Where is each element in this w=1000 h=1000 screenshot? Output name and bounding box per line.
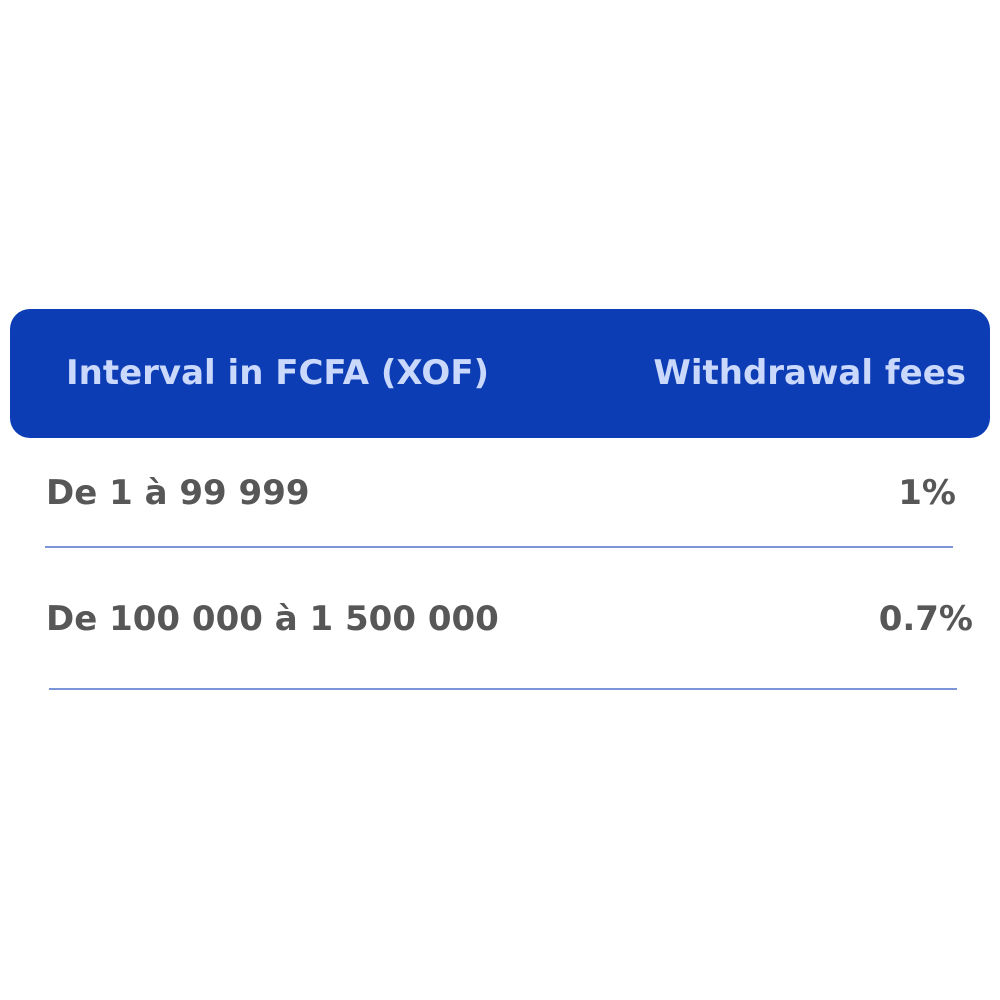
table-header: Interval in FCFA (XOF) Withdrawal fees [10,309,990,438]
row-1-interval: De 1 à 99 999 [46,473,310,513]
fee-table-page: Interval in FCFA (XOF) Withdrawal fees D… [0,0,1000,1000]
row-2-interval: De 100 000 à 1 500 000 [46,599,499,639]
row-2-fee: 0.7% [878,599,973,639]
header-interval: Interval in FCFA (XOF) [66,353,490,393]
row-1-divider [45,546,953,548]
row-1-fee: 1% [898,473,956,513]
row-2-divider [49,688,957,690]
header-withdrawal-fees: Withdrawal fees [653,353,966,393]
